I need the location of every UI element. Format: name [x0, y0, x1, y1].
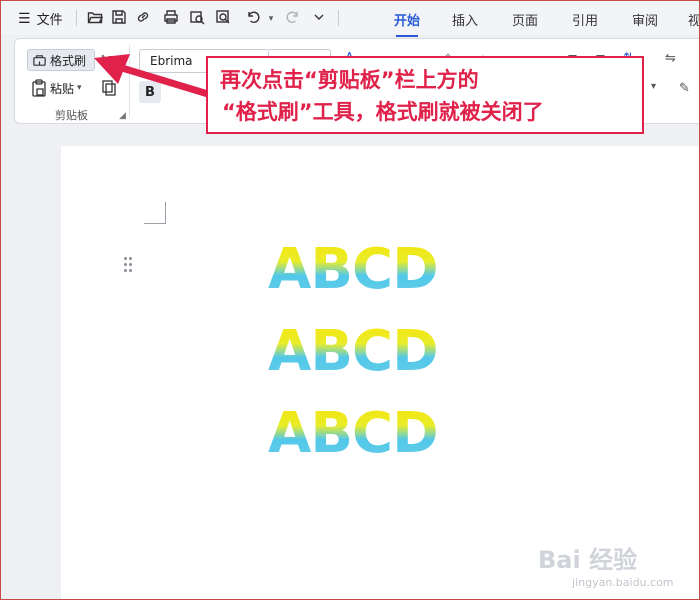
chevron-down-icon [314, 14, 324, 20]
redo-button[interactable] [284, 8, 302, 26]
redo-icon [286, 11, 298, 23]
tab-view[interactable]: 视 [688, 10, 700, 29]
more-quick-access-button[interactable] [310, 8, 328, 26]
scissors-icon[interactable]: ✂ [101, 51, 113, 67]
folder-open-icon [87, 12, 103, 24]
drag-handle-icon[interactable] [124, 257, 134, 273]
format-painter-label: 格式刷 [50, 53, 87, 68]
toolbar-divider [76, 10, 77, 26]
tab-references[interactable]: 引用 [572, 10, 598, 29]
dialog-launcher-icon[interactable]: ◢ [119, 111, 126, 121]
chevron-down-icon: ▾ [77, 83, 82, 93]
toolbar-divider [338, 10, 339, 26]
paste-button[interactable]: 粘贴 ▾ [31, 79, 82, 97]
find-icon [216, 10, 230, 24]
annotation-callout: 再次点击“剪贴板”栏上方的 “格式刷”工具，格式刷就被关闭了 [206, 56, 644, 134]
chevron-down-icon[interactable]: ▾ [651, 81, 656, 92]
tab-home[interactable]: 开始 [394, 10, 420, 37]
copy-icon [102, 80, 116, 96]
find-button[interactable] [214, 8, 232, 26]
styles-icon[interactable]: ✎ [679, 81, 690, 96]
callout-line-2: “格式刷”工具，格式刷就被关闭了 [222, 100, 544, 124]
document-text-line: ABCD [268, 319, 439, 384]
paste-icon [32, 79, 46, 97]
undo-button[interactable] [244, 8, 262, 26]
paste-label: 粘贴 [50, 81, 75, 96]
save-button[interactable] [110, 8, 128, 26]
tab-insert[interactable]: 插入 [452, 10, 478, 29]
copy-button[interactable] [101, 79, 117, 97]
tab-review[interactable]: 审阅 [632, 10, 658, 29]
group-divider [129, 45, 130, 117]
print-preview-icon [190, 11, 205, 25]
print-preview-button[interactable] [188, 8, 206, 26]
save-icon [112, 10, 126, 24]
format-painter-icon [33, 54, 46, 66]
clipboard-group-label: 剪贴板 [55, 109, 88, 122]
document-text-line: ABCD [268, 237, 439, 302]
tab-page[interactable]: 页面 [512, 10, 538, 29]
file-menu-label: 文件 [36, 13, 63, 28]
direction-icon[interactable]: ⇋ [665, 51, 676, 66]
link-icon [137, 12, 149, 22]
bold-button[interactable]: B [139, 81, 161, 103]
margin-corner-marker [144, 202, 166, 224]
title-bar: ☰ 文件 ▾ 开始 插入 页面 引用 审阅 视 [0, 0, 700, 37]
watermark-url: jingyan.baidu.com [572, 576, 674, 589]
format-painter-button[interactable]: 格式刷 [27, 49, 95, 71]
link-button[interactable] [134, 8, 152, 26]
callout-line-1: 再次点击“剪贴板”栏上方的 [220, 68, 479, 92]
undo-icon [248, 11, 260, 23]
print-icon [164, 10, 178, 24]
watermark-logo: Bai 经验 [538, 546, 638, 574]
hamburger-icon: ☰ [18, 10, 31, 27]
print-button[interactable] [162, 8, 180, 26]
file-menu-button[interactable]: ☰ 文件 [18, 9, 63, 29]
open-button[interactable] [86, 8, 104, 26]
document-text-line: ABCD [268, 401, 439, 466]
undo-dropdown[interactable]: ▾ [262, 10, 280, 28]
